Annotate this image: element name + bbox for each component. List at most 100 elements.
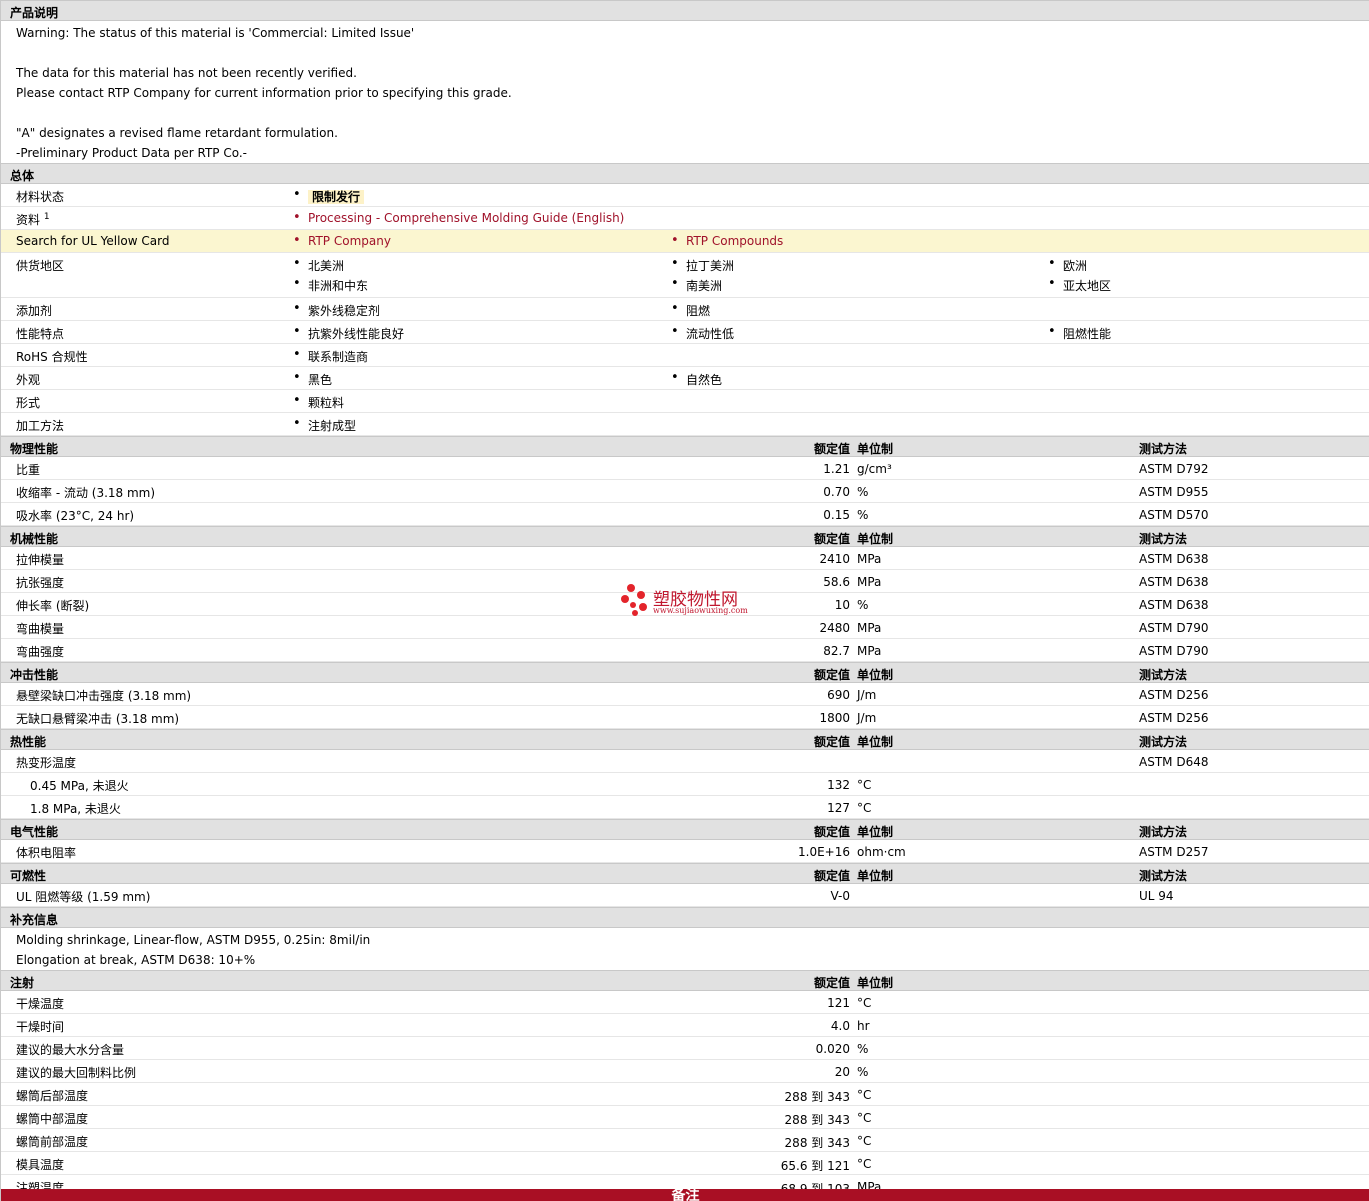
property-unit: hr [857,1019,870,1033]
list-item: 阻燃性能 [1048,324,1111,342]
section-title: 补充信息 [10,913,59,927]
table-row: 体积电阻率 1.0E+16 ohm·cm ASTM D257 [1,840,1369,863]
column-header-method: 测试方法 [1139,442,1188,456]
column-header-value: 额定值 [813,735,850,749]
table-row: 干燥温度 121 °C [1,991,1369,1014]
property-label: 拉伸模量 [16,553,65,567]
row-label: 材料状态 [16,190,65,204]
property-unit: % [857,598,869,612]
property-unit: g/cm³ [857,462,892,476]
column-header-unit: 单位制 [857,869,894,883]
property-unit: J/m [857,711,877,725]
property-value: V-0 [830,889,850,903]
list-item: 欧洲 [1048,256,1087,274]
list-item: 自然色 [671,370,722,388]
column-header-value: 额定值 [813,532,850,546]
property-unit: °C [857,1157,872,1171]
list-item: 紫外线稳定剂 [293,301,380,319]
section-title: 产品说明 [10,6,59,20]
list-item: 北美洲 [293,256,344,274]
table-row: 干燥时间 4.0 hr [1,1014,1369,1037]
property-unit: MPa [857,552,882,566]
property-value: 20 [834,1065,850,1079]
property-label: 弯曲强度 [16,645,65,659]
section-title: 物理性能 [10,442,59,456]
column-header-unit: 单位制 [857,442,894,456]
table-row: 无缺口悬臂梁冲击 (3.18 mm) 1800 J/m ASTM D256 [1,706,1369,729]
section-supplement-header: 补充信息 [1,907,1369,928]
property-value: 10 [834,598,850,612]
property-label: 0.45 MPa, 未退火 [30,779,129,793]
test-method: UL 94 [1139,889,1174,903]
section-title: 注射 [10,976,35,990]
test-method: ASTM D257 [1139,845,1209,859]
property-value: 1800 [819,711,850,725]
table-row: 弯曲模量 2480 MPa ASTM D790 [1,616,1369,639]
property-unit: MPa [857,575,882,589]
property-value: 127 [827,801,850,815]
link-rtp-company[interactable]: RTP Company [293,233,391,248]
datasheet-page: 产品说明 Warning: The status of this materia… [0,0,1369,1201]
test-method: ASTM D790 [1139,621,1209,635]
property-value: 0.020 [815,1042,850,1056]
row-form: 形式 颗粒料 [1,390,1369,413]
description-notes: Warning: The status of this material is … [1,21,1369,163]
table-row: 螺筒后部温度 288 到 343 °C [1,1083,1369,1106]
footnote-marker: 1 [43,212,50,222]
column-header-unit: 单位制 [857,532,894,546]
property-label: 吸水率 (23°C, 24 hr) [16,509,135,523]
table-row: 悬壁梁缺口冲击强度 (3.18 mm) 690 J/m ASTM D256 [1,683,1369,706]
column-header-unit: 单位制 [857,825,894,839]
column-header-method: 测试方法 [1139,869,1188,883]
row-rohs: RoHS 合规性 联系制造商 [1,344,1369,367]
list-item: 注射成型 [293,416,356,434]
row-material-status: 材料状态 限制发行 [1,184,1369,207]
list-item: 抗紫外线性能良好 [293,324,404,342]
row-regions: 供货地区 北美洲 拉丁美洲 欧洲 非洲和中东 南美洲 亚太地区 [1,253,1369,298]
description-line [16,43,1354,63]
property-unit: MPa [857,644,882,658]
property-unit: °C [857,1111,872,1125]
supplement-notes: Molding shrinkage, Linear-flow, ASTM D95… [1,928,1369,970]
test-method: ASTM D638 [1139,598,1209,612]
property-label: 无缺口悬臂梁冲击 (3.18 mm) [16,712,180,726]
row-label: 供货地区 [16,259,65,273]
section-mechanical-header: 机械性能 额定值 单位制 测试方法 [1,526,1369,547]
table-row: 热变形温度 ASTM D648 [1,750,1369,773]
link-rtp-compounds[interactable]: RTP Compounds [671,233,783,248]
row-label: 添加剂 [16,304,53,318]
column-header-value: 额定值 [813,442,850,456]
property-label: 弯曲模量 [16,622,65,636]
section-title: 备注 [671,1189,700,1201]
property-value: 2480 [819,621,850,635]
property-unit: % [857,1065,869,1079]
test-method: ASTM D256 [1139,688,1209,702]
list-item: 亚太地区 [1048,276,1111,294]
doc-link-molding-guide[interactable]: Processing - Comprehensive Molding Guide… [293,210,624,225]
table-row: 建议的最大水分含量 0.020% [1,1037,1369,1060]
table-row: 1.8 MPa, 未退火 127 °C [1,796,1369,819]
status-badge: 限制发行 [293,187,365,205]
section-electrical-header: 电气性能 额定值 单位制 测试方法 [1,819,1369,840]
table-row: 拉伸模量 2410 MPa ASTM D638 [1,547,1369,570]
column-header-method: 测试方法 [1139,735,1188,749]
property-label: 建议的最大回制料比例 [16,1066,137,1080]
property-label: 螺筒中部温度 [16,1112,89,1126]
test-method: ASTM D648 [1139,755,1209,769]
property-label: 比重 [16,463,41,477]
property-unit: MPa [857,621,882,635]
property-value: 2410 [819,552,850,566]
watermark-logo-icon [621,584,647,616]
property-value: 65.6 到 121 [780,1159,850,1173]
property-unit: °C [857,996,872,1010]
section-impact-header: 冲击性能 额定值 单位制 测试方法 [1,662,1369,683]
row-label: RoHS 合规性 [16,350,88,364]
test-method: ASTM D792 [1139,462,1209,476]
list-item: 阻燃 [671,301,710,319]
test-method: ASTM D955 [1139,485,1209,499]
supplement-line: Elongation at break, ASTM D638: 10+% [16,953,256,967]
property-value: 0.70 [823,485,850,499]
column-header-value: 额定值 [813,668,850,682]
property-label: UL 阻燃等级 (1.59 mm) [16,890,151,904]
list-item: 流动性低 [671,324,734,342]
